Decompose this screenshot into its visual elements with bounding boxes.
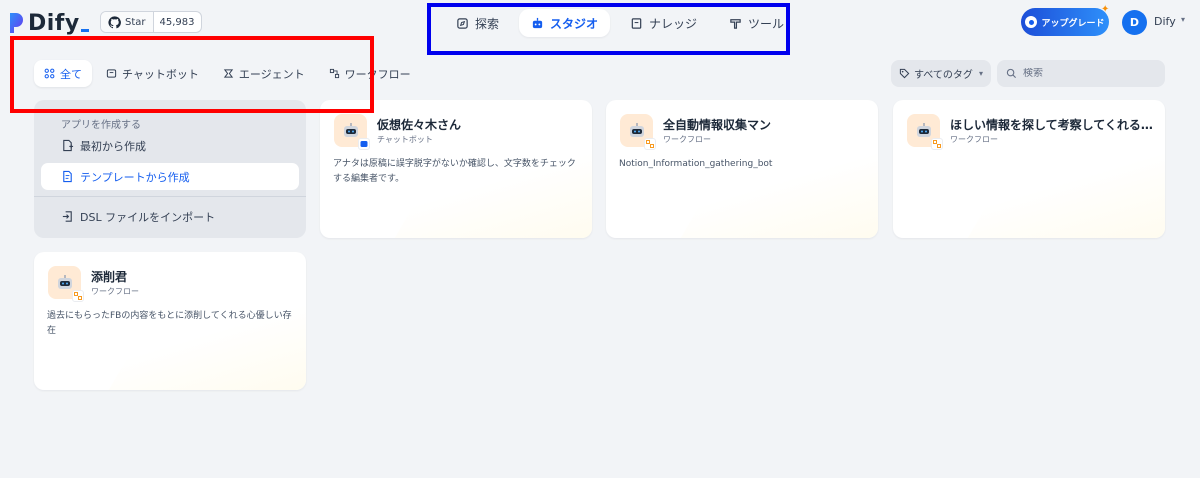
app-description: Notion_Information_gathering_bot (619, 159, 773, 169)
create-app-title: アプリを作成する (61, 120, 141, 131)
github-icon (108, 15, 121, 28)
app-type: チャットボット (377, 135, 433, 144)
app-type: ワークフロー (950, 135, 998, 144)
logo-text: Dify (28, 10, 80, 36)
workflow-badge (644, 138, 656, 150)
chevron-down-icon[interactable]: ▾ (1181, 15, 1185, 24)
workflow-icon (646, 140, 654, 148)
upgrade-label: アップグレード (1041, 18, 1105, 29)
tag-filter-label: すべてのタグ (914, 70, 973, 81)
app-card[interactable]: ほしい情報を探して考察してくれる優しい... ワークフロー (893, 100, 1165, 238)
logo-mark-icon (10, 13, 23, 33)
create-from-template-label: テンプレートから作成 (80, 170, 190, 184)
highlight-box-red (10, 36, 374, 113)
create-app-panel: アプリを作成する 最初から作成 テンプレートから作成 DSL ファイルをインポー… (34, 100, 306, 238)
chatbot-icon (360, 141, 368, 147)
create-from-scratch-label: 最初から作成 (80, 139, 146, 153)
github-star-label: Star (125, 16, 146, 28)
github-star-left[interactable]: Star (101, 12, 154, 32)
chevron-down-icon: ▾ (978, 69, 983, 78)
chatbot-badge (358, 138, 370, 150)
robot-icon (343, 122, 358, 137)
github-star-count: 45,983 (159, 16, 195, 28)
import-dsl-label: DSL ファイルをインポート (80, 210, 216, 224)
app-card[interactable]: 添削君 ワークフロー 過去にもらったFBの内容をもとに添削してくれる心優しい存在 (34, 252, 306, 390)
app-card[interactable]: 仮想佐々木さん チャットボット アナタは原稿に誤字脱字がないか確認し、文字数をチ… (320, 100, 592, 238)
app-name: 全自動情報収集マン (663, 118, 772, 132)
robot-icon (916, 122, 931, 137)
app-card[interactable]: 全自動情報収集マン ワークフロー Notion_Information_gath… (606, 100, 878, 238)
import-dsl-button[interactable]: DSL ファイルをインポート (41, 203, 299, 230)
workflow-badge (72, 290, 84, 302)
app-description: アナタは原稿に誤字脱字がないか確認し、文字数をチェックする編集者です。 (333, 159, 576, 184)
create-panel-divider (34, 196, 306, 197)
create-from-template-button[interactable]: テンプレートから作成 (41, 163, 299, 190)
tag-filter-select[interactable]: すべてのタグ ▾ (891, 60, 991, 87)
card-background-wash (950, 148, 1165, 238)
create-from-scratch-button[interactable]: 最初から作成 (41, 132, 299, 159)
dify-logo[interactable]: Dify (8, 8, 89, 38)
workflow-icon (933, 140, 941, 148)
workflow-icon (74, 292, 82, 300)
search-icon (1006, 68, 1017, 79)
sparkle-icon: ✦ (1101, 4, 1110, 15)
app-description: 過去にもらったFBの内容をもとに添削してくれる心優しい存在 (47, 311, 292, 336)
app-type: ワークフロー (91, 287, 139, 296)
robot-icon (629, 122, 644, 137)
app-name: 仮想佐々木さん (377, 118, 462, 132)
tag-icon (899, 68, 910, 79)
user-name[interactable]: Dify (1154, 15, 1176, 28)
search-box (997, 60, 1165, 87)
workflow-badge (931, 138, 943, 150)
github-star-button[interactable]: Star 45,983 (100, 11, 202, 33)
app-name: 添削君 (91, 270, 128, 284)
app-name: ほしい情報を探して考察してくれる優しい... (950, 118, 1155, 132)
file-plus-icon (63, 139, 74, 152)
search-input[interactable] (1023, 68, 1143, 79)
highlight-box-blue (427, 3, 790, 55)
avatar[interactable]: D (1122, 10, 1147, 35)
template-icon (63, 170, 72, 183)
import-icon (62, 211, 72, 222)
upgrade-button[interactable]: アップグレード (1021, 8, 1109, 36)
robot-icon (57, 274, 72, 289)
upgrade-icon (1025, 16, 1038, 28)
logo-underscore (80, 28, 89, 32)
app-type: ワークフロー (663, 135, 711, 144)
